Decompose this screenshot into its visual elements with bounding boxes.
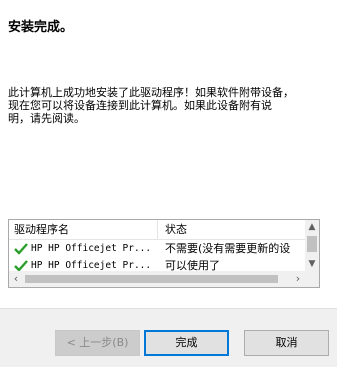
- wizard-description: 此计算机上成功地安装了此驱动程序！如果软件附带设备， 现在您可以将设备连接到此计…: [8, 86, 326, 125]
- scroll-down-icon[interactable]: ▼: [305, 257, 319, 271]
- vertical-scroll-thumb[interactable]: [307, 236, 317, 252]
- scroll-right-icon[interactable]: ›: [291, 271, 305, 287]
- cancel-button[interactable]: 取消: [244, 330, 329, 356]
- driver-status: 不需要(没有需要更新的设: [165, 242, 291, 255]
- checkmark-icon: [14, 243, 28, 255]
- finish-button[interactable]: 完成: [144, 330, 229, 356]
- horizontal-scroll-thumb[interactable]: [25, 275, 278, 283]
- column-header-status[interactable]: 状态: [165, 220, 187, 239]
- scrollbar-corner: [305, 271, 319, 287]
- wizard-title: 安装完成。: [8, 20, 74, 35]
- driver-name: HP HP Officejet Pr...: [31, 243, 152, 254]
- scroll-up-icon[interactable]: ▲: [305, 220, 319, 234]
- horizontal-scrollbar[interactable]: ‹ ›: [9, 271, 319, 287]
- scroll-left-icon[interactable]: ‹: [9, 271, 23, 287]
- column-header-driver-name[interactable]: 驱动程序名: [9, 220, 158, 239]
- description-line: 明，请先阅读。: [8, 112, 85, 125]
- button-bar: < 上一步(B) 完成 取消: [0, 308, 337, 367]
- description-line: 现在您可以将设备连接到此计算机。如果此设备附有说: [8, 99, 272, 112]
- list-header: 驱动程序名 状态: [9, 220, 306, 240]
- driver-list[interactable]: 驱动程序名 状态 HP HP Officejet Pr... 不需要(没有需要更…: [8, 219, 320, 288]
- vertical-scrollbar[interactable]: ▲ ▼: [305, 220, 319, 271]
- description-line: 此计算机上成功地安装了此驱动程序！如果软件附带设备，: [8, 86, 294, 99]
- list-item[interactable]: HP HP Officejet Pr... 不需要(没有需要更新的设: [9, 241, 306, 257]
- back-button[interactable]: < 上一步(B): [55, 330, 140, 356]
